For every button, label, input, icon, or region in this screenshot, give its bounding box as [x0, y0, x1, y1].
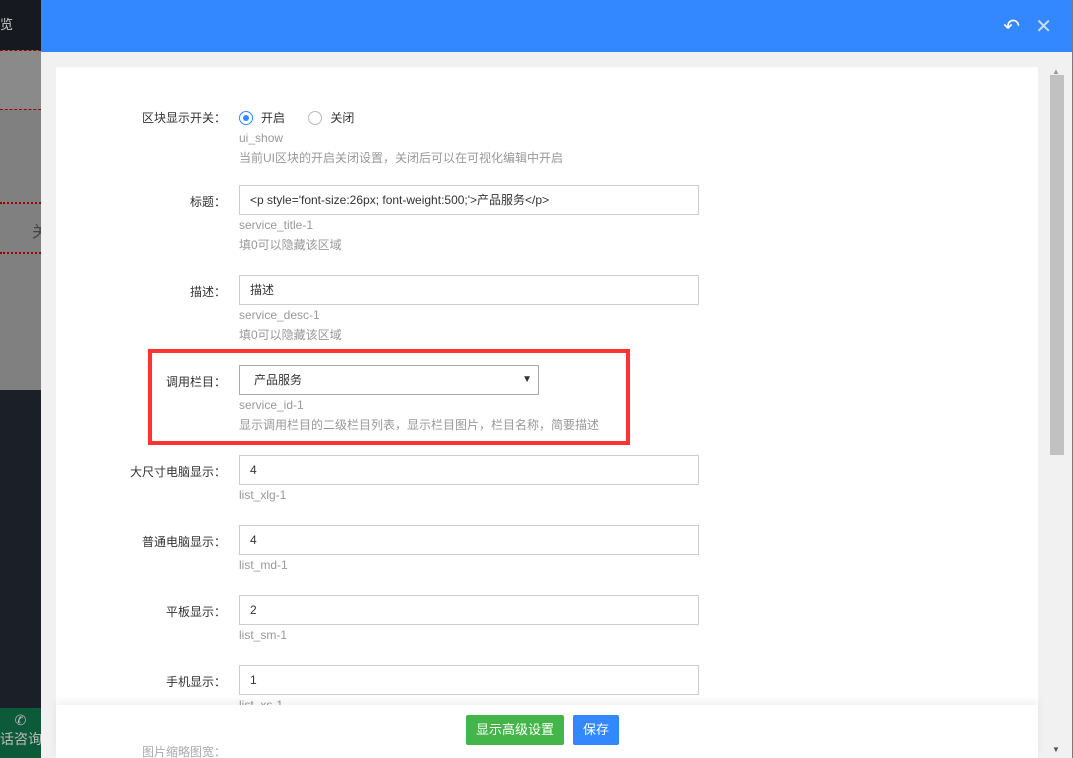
column-select-value: 产品服务 — [254, 373, 303, 387]
undo-icon[interactable]: ↶ — [1003, 14, 1020, 39]
field-key: list_sm-1 — [239, 628, 288, 642]
background-nav: 览 — [0, 0, 41, 50]
background-banner — [0, 390, 41, 710]
save-button[interactable]: 保存 — [573, 715, 620, 745]
radio-on[interactable]: 开启 — [239, 109, 285, 126]
background-nav-text: 览 — [0, 17, 14, 32]
radio-checked-icon — [239, 110, 253, 125]
xlg-input[interactable]: 4 — [239, 455, 699, 485]
scrollbar-thumb[interactable] — [1050, 75, 1064, 455]
background-band: 关 — [0, 202, 41, 254]
field-key: service_desc-1 — [239, 308, 320, 322]
md-input[interactable]: 4 — [239, 525, 699, 555]
field-hint: 显示调用栏目的二级栏目列表，显示栏目图片，栏目名称，简要描述 — [239, 418, 600, 432]
column-label: 调用栏目： — [165, 375, 226, 389]
field-hint: 填0可以隐藏该区域 — [239, 328, 342, 342]
sm-label: 平板显示： — [165, 605, 226, 619]
radio-on-label: 开启 — [261, 111, 286, 125]
thumb-label: 图片缩略图宽： — [141, 745, 226, 758]
field-key: list_xlg-1 — [239, 488, 287, 502]
scroll-down-icon[interactable]: ▼ — [1052, 745, 1060, 754]
title-input[interactable]: <p style='font-size:26px; font-weight:50… — [239, 185, 699, 215]
close-icon[interactable]: ✕ — [1035, 14, 1052, 39]
field-key: service_id-1 — [239, 398, 304, 412]
radio-unchecked-icon — [308, 110, 323, 125]
call-consult[interactable]: ✆ 话咨询 — [0, 708, 41, 758]
advanced-settings-button[interactable]: 显示高级设置 — [466, 715, 565, 745]
desc-input[interactable]: 描述 — [239, 275, 699, 305]
field-hint: 填0可以隐藏该区域 — [239, 238, 342, 252]
field-key: ui_show — [239, 130, 284, 145]
ui-show-label: 区块显示开关： — [141, 111, 226, 125]
column-select[interactable]: 产品服务 ▼ — [239, 365, 539, 395]
radio-off-label: 关闭 — [330, 111, 355, 125]
form-panel: 区块显示开关： 开启 关闭 ui_show 当前UI区块的开启关闭设置，关闭后可… — [56, 67, 1038, 758]
desc-label: 描述： — [189, 285, 226, 299]
phone-icon: ✆ — [14, 712, 27, 728]
xs-label: 手机显示： — [165, 675, 226, 689]
field-key: service_title-1 — [239, 218, 314, 232]
background-band-text: 关 — [32, 224, 41, 241]
scrollbar[interactable]: ▲ ▼ — [1048, 67, 1066, 758]
caret-down-icon: ▼ — [522, 374, 532, 385]
modal-header: ↶ ✕ — [41, 0, 1072, 52]
field-key: list_md-1 — [239, 558, 288, 572]
field-hint: 当前UI区块的开启关闭设置，关闭后可以在可视化编辑中开启 — [239, 150, 564, 165]
title-label: 标题： — [189, 195, 226, 209]
radio-off[interactable]: 关闭 — [308, 109, 354, 126]
settings-modal: ↶ ✕ 区块显示开关： 开启 关闭 ui_show 当前UI区块的开启关闭设置，… — [41, 0, 1072, 758]
background-logo — [0, 50, 41, 110]
md-label: 普通电脑显示： — [141, 535, 226, 549]
sm-input[interactable]: 2 — [239, 595, 699, 625]
xlg-label: 大尺寸电脑显示： — [129, 465, 226, 479]
call-consult-label: 话咨询 — [0, 731, 41, 747]
xs-input[interactable]: 1 — [239, 665, 699, 695]
